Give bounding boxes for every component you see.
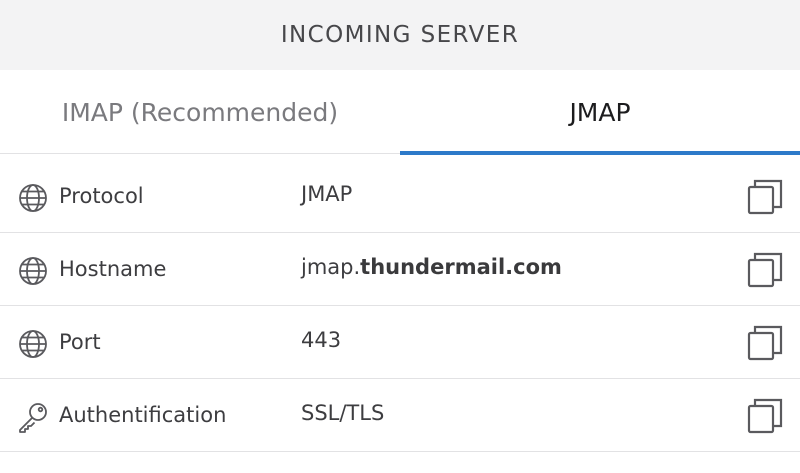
globe-icon [17, 255, 49, 287]
copy-icon[interactable] [745, 323, 785, 363]
setting-value: 443 [301, 328, 342, 352]
hostname-prefix: jmap. [301, 255, 361, 279]
protocol-tabs: IMAP (Recommended) JMAP [0, 70, 800, 155]
setting-row-authentification: Authentification SSL/TLS [0, 379, 800, 452]
copy-icon[interactable] [745, 250, 785, 290]
key-icon [17, 401, 49, 433]
setting-row-port: Port 443 [0, 306, 800, 379]
header-bar: INCOMING SERVER [0, 0, 800, 70]
setting-value: jmap.thundermail.com [301, 255, 562, 279]
tab-jmap[interactable]: JMAP [400, 70, 800, 155]
setting-label: Authentification [59, 403, 227, 427]
setting-row-hostname: Hostname jmap.thundermail.com [0, 233, 800, 306]
copy-icon[interactable] [745, 396, 785, 436]
hostname-domain: thundermail.com [360, 255, 562, 279]
globe-icon [17, 328, 49, 360]
server-settings-list: Protocol JMAP Hostname jmap.thundermail.… [0, 160, 800, 452]
copy-icon[interactable] [745, 177, 785, 217]
setting-value: JMAP [301, 182, 353, 206]
tab-imap[interactable]: IMAP (Recommended) [0, 70, 400, 154]
setting-label: Protocol [59, 184, 144, 208]
setting-row-protocol: Protocol JMAP [0, 160, 800, 233]
section-title: INCOMING SERVER [280, 22, 520, 48]
setting-label: Port [59, 330, 101, 354]
setting-label: Hostname [59, 257, 167, 281]
setting-value: SSL/TLS [301, 401, 385, 425]
globe-icon [17, 182, 49, 214]
